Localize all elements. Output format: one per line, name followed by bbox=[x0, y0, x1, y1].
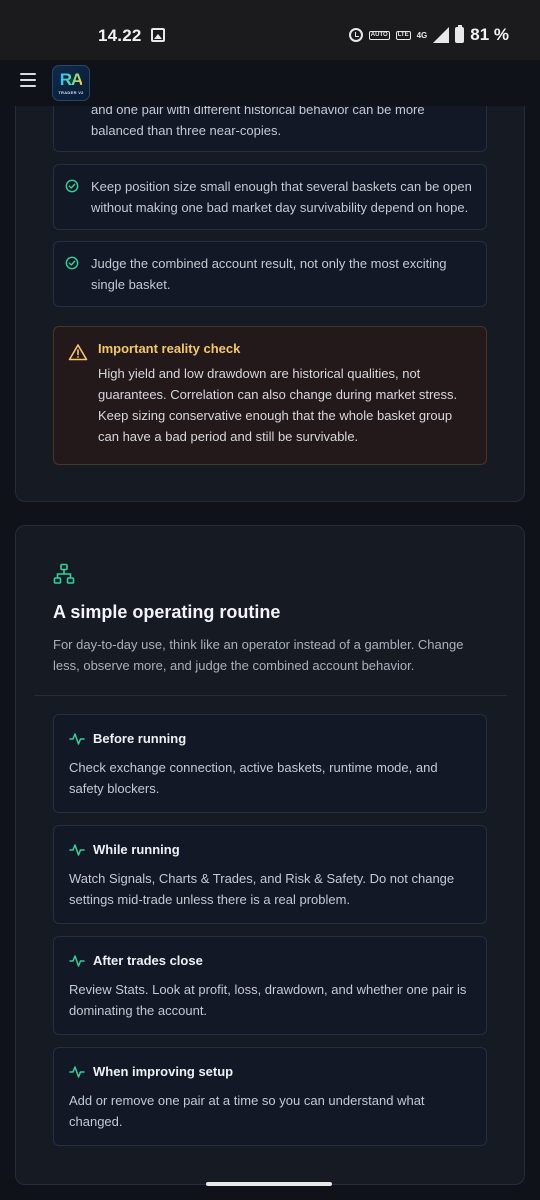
step-body: Check exchange connection, active basket… bbox=[69, 760, 438, 796]
section-title: A simple operating routine bbox=[53, 602, 281, 622]
logo-mark: RA bbox=[59, 69, 84, 89]
step-title: Before running bbox=[93, 731, 187, 746]
step-header: When improving setup bbox=[69, 1064, 233, 1079]
step-header: While running bbox=[69, 842, 180, 857]
step-body: Review Stats. Look at profit, loss, draw… bbox=[69, 982, 467, 1018]
routine-step: While running Watch Signals, Charts & Tr… bbox=[53, 825, 487, 924]
app-bar: RA TRADER V2 bbox=[0, 60, 540, 106]
warning-triangle-icon bbox=[68, 344, 88, 361]
step-header: After trades close bbox=[69, 953, 203, 968]
gallery-notification-icon bbox=[151, 28, 165, 42]
step-header: Before running bbox=[69, 731, 186, 746]
alert-body: High yield and low drawdown are historic… bbox=[98, 366, 458, 444]
check-circle-icon bbox=[65, 179, 79, 193]
step-body: Add or remove one pair at a time so you … bbox=[69, 1093, 425, 1129]
checklist-item-text: Keep position size small enough that sev… bbox=[91, 179, 472, 215]
volte-indicator: LTE bbox=[395, 30, 411, 40]
routine-step: Before running Check exchange connection… bbox=[53, 714, 487, 813]
activity-pulse-icon bbox=[69, 732, 85, 745]
step-title: After trades close bbox=[93, 953, 203, 968]
status-bar: 14.22 AUTO LTE 4G 81 % bbox=[0, 0, 540, 60]
screen: 14.22 AUTO LTE 4G 81 % and one pair with… bbox=[0, 0, 540, 1200]
step-body: Watch Signals, Charts & Trades, and Risk… bbox=[69, 871, 455, 907]
signal-icon bbox=[433, 27, 450, 43]
routine-step: After trades close Review Stats. Look at… bbox=[53, 936, 487, 1035]
checklist-item: Judge the combined account result, not o… bbox=[53, 241, 487, 307]
activity-pulse-icon bbox=[69, 843, 85, 856]
checklist-item-text: Judge the combined account result, not o… bbox=[91, 256, 447, 292]
routine-step: When improving setup Add or remove one p… bbox=[53, 1047, 487, 1146]
status-time: 14.22 bbox=[98, 26, 142, 45]
alarm-icon bbox=[348, 28, 363, 42]
step-title: While running bbox=[93, 842, 180, 857]
hamburger-menu-icon[interactable] bbox=[20, 73, 36, 87]
battery-icon bbox=[455, 25, 465, 43]
section-divider bbox=[35, 695, 507, 696]
auto-indicator: AUTO bbox=[368, 30, 390, 40]
status-icons: AUTO LTE 4G 81 % bbox=[348, 25, 509, 45]
app-logo[interactable]: RA TRADER V2 bbox=[52, 65, 90, 101]
alert-title: Important reality check bbox=[98, 341, 241, 356]
network-type: 4G bbox=[416, 30, 428, 40]
sitemap-icon bbox=[53, 563, 75, 584]
activity-pulse-icon bbox=[69, 1065, 85, 1078]
activity-pulse-icon bbox=[69, 954, 85, 967]
battery-percent: 81 % bbox=[470, 25, 509, 44]
step-title: When improving setup bbox=[93, 1064, 234, 1079]
logo-subtitle: TRADER V2 bbox=[58, 89, 84, 95]
home-indicator[interactable] bbox=[206, 1182, 332, 1186]
section-description: For day-to-day use, think like an operat… bbox=[53, 637, 464, 673]
checklist-item: Keep position size small enough that sev… bbox=[53, 164, 487, 230]
check-circle-icon bbox=[65, 256, 79, 270]
